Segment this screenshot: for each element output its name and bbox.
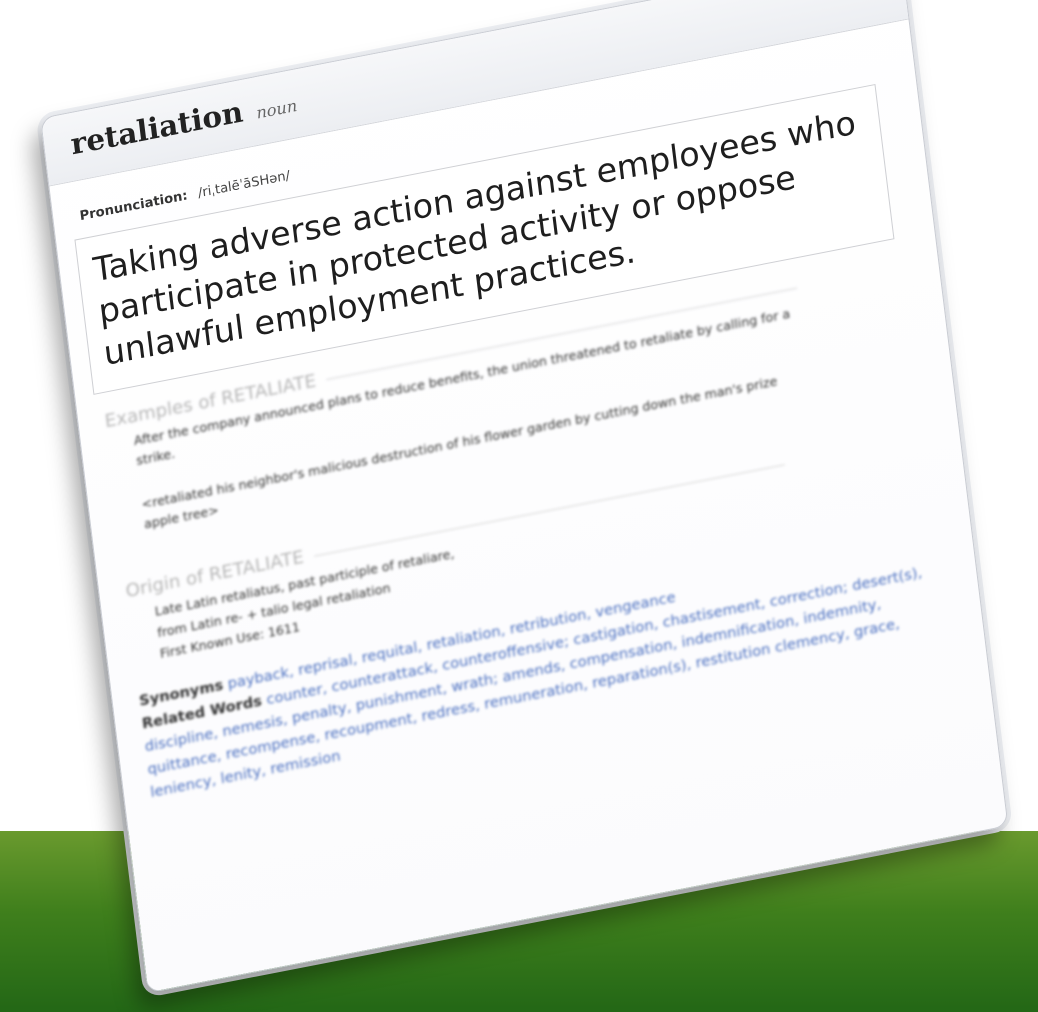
entry-word: retaliation [68,94,245,162]
pronunciation-label: Pronunciation: [78,188,189,225]
part-of-speech: noun [255,95,299,123]
synonym-link[interactable]: reprisal, [297,651,358,678]
pronunciation-value: /riˌtalēˈāSHən/ [197,168,291,202]
dictionary-card: retaliation noun Pronunciation: /riˌtalē… [40,0,1009,994]
synonym-link[interactable]: requital, [361,639,423,667]
screenshot-area: retaliation noun Pronunciation: /riˌtalē… [0,0,1038,1012]
